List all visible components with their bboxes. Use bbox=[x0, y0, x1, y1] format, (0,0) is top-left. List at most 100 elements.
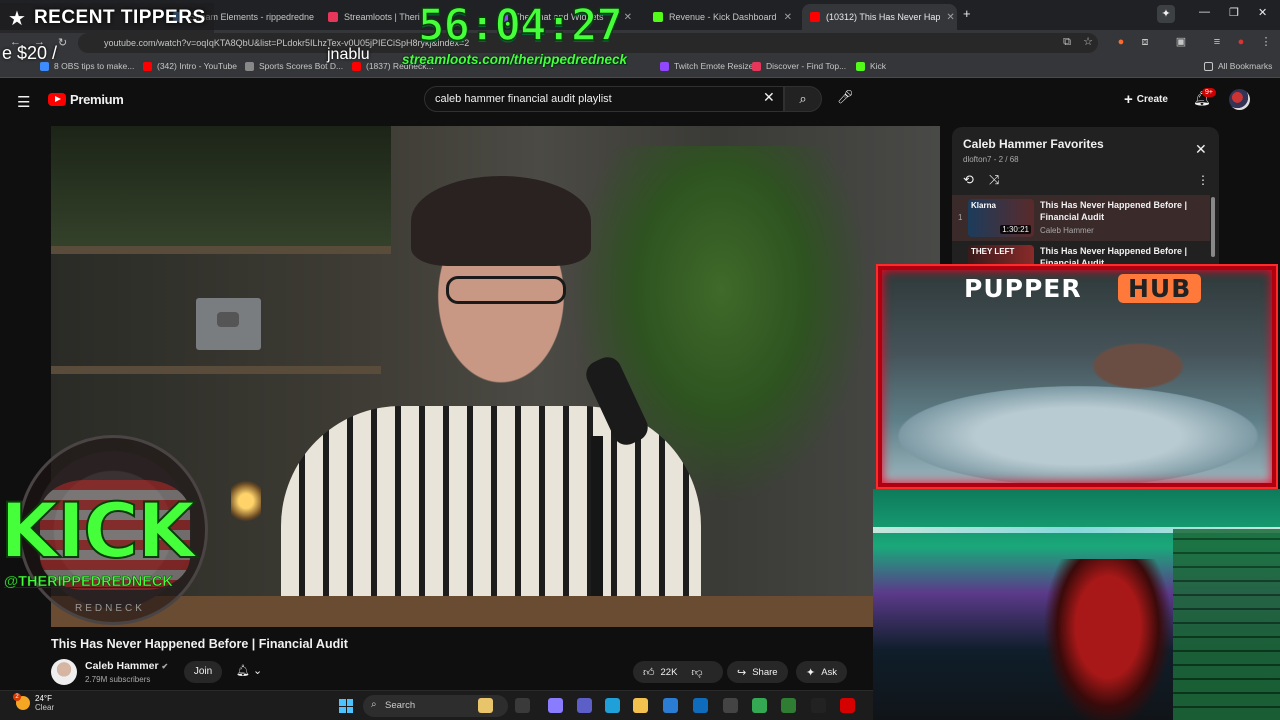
tab-favicon-icon bbox=[328, 12, 338, 22]
teams-icon[interactable] bbox=[577, 698, 592, 713]
media-icon[interactable]: ≡ bbox=[1210, 35, 1224, 49]
app-red-icon[interactable] bbox=[840, 698, 855, 713]
account-avatar[interactable] bbox=[1229, 89, 1250, 110]
subscription-bell-icon[interactable]: 🔔︎ ⌄ bbox=[236, 664, 262, 677]
bookmark-star-icon[interactable]: ☆ bbox=[1081, 35, 1095, 49]
bookmark-item[interactable]: Kick bbox=[856, 61, 886, 71]
video-scene-play-button-plaque bbox=[196, 298, 261, 350]
explorer-icon[interactable] bbox=[633, 698, 648, 713]
recent-tippers-overlay: ★ RECENT TIPPERS bbox=[0, 3, 214, 33]
playlist-item-title: This Has Never Happened Before | Financi… bbox=[1040, 200, 1188, 222]
bookmark-item[interactable]: Discover - Find Top... bbox=[752, 61, 846, 71]
cast-icon[interactable]: ⧉ bbox=[1060, 35, 1074, 49]
url-text: youtube.com/watch?v=oqIqKTA8QbU&list=PLd… bbox=[104, 38, 470, 48]
browser-tab[interactable]: Streamloots | Therippe✕ bbox=[320, 4, 420, 30]
tab-close-icon[interactable]: ✕ bbox=[314, 12, 315, 23]
extension-brave-icon[interactable]: ● bbox=[1114, 35, 1128, 49]
playlist-item[interactable]: 1 Klarna 1:30:21 This Has Never Happened… bbox=[952, 195, 1210, 241]
browser-tab[interactable]: (10312) This Has Never Hap ✕ bbox=[802, 4, 957, 30]
join-button[interactable]: Join bbox=[184, 661, 222, 683]
star-icon: ★ bbox=[8, 7, 26, 30]
video-scene-terrarium bbox=[51, 126, 391, 246]
youtube-header: ☰ Premium caleb hammer financial audit p… bbox=[0, 79, 1280, 121]
profile-icon[interactable]: ✦ bbox=[1157, 5, 1175, 23]
browser-menu-icon[interactable]: ⋮ bbox=[1259, 35, 1273, 49]
temperature: 24°F bbox=[35, 694, 52, 703]
terminal-icon[interactable] bbox=[811, 698, 826, 713]
edge-icon[interactable] bbox=[605, 698, 620, 713]
browser-tab[interactable]: Revenue - Kick Dashboard ✕ bbox=[645, 4, 800, 30]
minimize-button[interactable]: — bbox=[1199, 6, 1210, 18]
playlist-item-thumbnail: Klarna 1:30:21 bbox=[968, 199, 1034, 237]
outlook-icon[interactable] bbox=[663, 698, 678, 713]
outlook2-icon[interactable] bbox=[693, 698, 708, 713]
search-button[interactable]: ⌕ bbox=[784, 86, 822, 112]
notification-count-badge: 9+ bbox=[1202, 88, 1216, 97]
weather-widget[interactable]: 2 24°F Clear bbox=[13, 693, 55, 712]
weather-condition: Clear bbox=[35, 703, 55, 712]
playlist-scrollbar[interactable] bbox=[1211, 197, 1215, 257]
youtube-logo[interactable]: Premium bbox=[48, 92, 124, 107]
side-panel-icon[interactable]: ▣ bbox=[1174, 35, 1188, 49]
tab-label: Streamloots | Therippe bbox=[344, 12, 420, 22]
voice-search-icon[interactable]: 🎤︎ bbox=[837, 89, 854, 105]
like-dislike-group: 👍︎ 22K 👎︎ bbox=[633, 661, 723, 683]
bookmark-label: (342) Intro - YouTube bbox=[157, 61, 238, 71]
kick-logo-overlay: KICK @THERIPPEDREDNECK REDNECK bbox=[0, 435, 230, 635]
task-view-icon[interactable] bbox=[515, 698, 530, 713]
close-window-button[interactable]: ✕ bbox=[1258, 6, 1267, 19]
playlist-title[interactable]: Caleb Hammer Favorites bbox=[963, 137, 1104, 151]
sun-icon: 2 bbox=[13, 693, 30, 710]
new-tab-button[interactable]: + bbox=[963, 6, 971, 21]
share-icon: ↪ bbox=[737, 666, 747, 679]
video-duration: 1:30:21 bbox=[1000, 225, 1031, 234]
reload-icon[interactable]: ↻ bbox=[58, 36, 67, 49]
tab-close-icon[interactable]: ✕ bbox=[940, 12, 954, 23]
tab-close-icon[interactable]: ✕ bbox=[778, 12, 792, 23]
playlist-item-index: 1 bbox=[958, 213, 963, 222]
chrome-icon[interactable] bbox=[752, 698, 767, 713]
ask-button[interactable]: ✦ Ask bbox=[796, 661, 848, 683]
all-bookmarks-label: All Bookmarks bbox=[1218, 61, 1273, 71]
tab-label: Revenue - Kick Dashboard bbox=[669, 12, 777, 22]
copilot-icon[interactable] bbox=[548, 698, 563, 713]
search-input[interactable]: caleb hammer financial audit playlist bbox=[424, 86, 784, 112]
maximize-button[interactable]: ❐ bbox=[1229, 6, 1239, 19]
bookmark-item[interactable]: (342) Intro - YouTube bbox=[143, 61, 237, 71]
menu-icon[interactable]: ☰ bbox=[17, 93, 30, 111]
folder-icon bbox=[1204, 61, 1213, 71]
bookmark-favicon-icon bbox=[856, 61, 865, 71]
profile-avatar-icon[interactable]: ● bbox=[1234, 35, 1248, 49]
share-button[interactable]: ↪ Share bbox=[727, 661, 788, 683]
extensions-icon[interactable]: ⧈ bbox=[1138, 35, 1152, 49]
bookmark-item[interactable]: Twitch Emote Resizer bbox=[660, 61, 756, 71]
create-button[interactable]: + Create bbox=[1124, 91, 1168, 108]
streamloots-url: streamloots.com/therippedredneck bbox=[402, 52, 628, 67]
ask-label: Ask bbox=[821, 666, 838, 678]
like-icon[interactable]: 👍︎ bbox=[643, 666, 655, 679]
bookmark-favicon-icon bbox=[245, 61, 254, 71]
vpn-icon[interactable] bbox=[781, 698, 796, 713]
youtube-play-icon bbox=[48, 93, 66, 106]
playlist-close-icon[interactable]: ✕ bbox=[1195, 141, 1207, 158]
channel-name-link[interactable]: Caleb Hammer ✔ bbox=[85, 660, 168, 672]
shuffle-icon[interactable]: ⤨ bbox=[989, 172, 999, 188]
clear-search-icon[interactable]: ✕ bbox=[763, 89, 775, 106]
create-label: Create bbox=[1136, 94, 1168, 105]
channel-name: Caleb Hammer bbox=[85, 660, 159, 672]
loop-icon[interactable]: ⟲ bbox=[963, 172, 974, 188]
obs-icon[interactable] bbox=[723, 698, 738, 713]
dislike-icon[interactable]: 👎︎ bbox=[691, 666, 702, 679]
browser-toolbar: ← → ↻ youtube.com/watch?v=oqIqKTA8QbU&li… bbox=[0, 30, 1280, 56]
subathon-timer: 56:04:27 bbox=[417, 0, 623, 52]
channel-avatar[interactable] bbox=[51, 659, 77, 685]
store-app-icon[interactable] bbox=[478, 698, 493, 713]
windows-start-icon[interactable] bbox=[339, 699, 353, 713]
like-count[interactable]: 22K bbox=[661, 667, 678, 678]
weather-alert-badge: 2 bbox=[13, 693, 21, 701]
video-scene-lamp bbox=[231, 476, 261, 526]
playlist-more-icon[interactable]: ⋮ bbox=[1197, 173, 1209, 187]
all-bookmarks[interactable]: All Bookmarks bbox=[1204, 61, 1272, 71]
hub-label: HUB bbox=[1118, 274, 1202, 303]
bookmark-label: 8 OBS tips to make... bbox=[54, 61, 135, 71]
